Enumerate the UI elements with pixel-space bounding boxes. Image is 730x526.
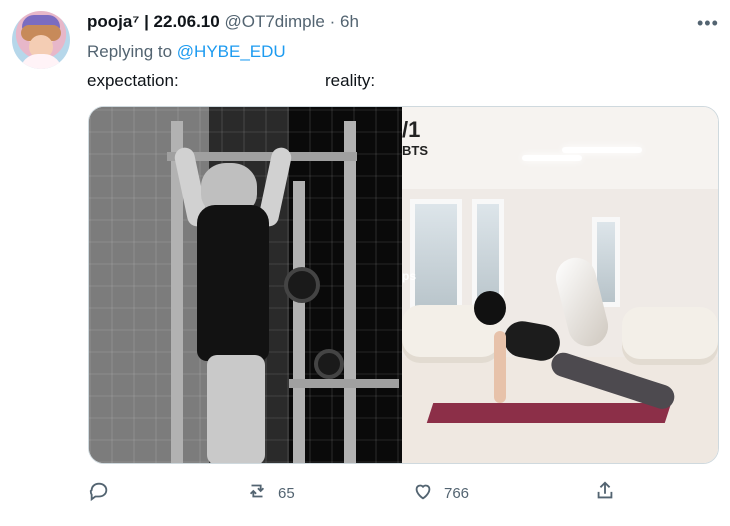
share-button[interactable] [594,480,616,506]
retweet-icon [246,480,268,506]
display-name[interactable]: pooja⁷ | 22.06.10 [87,12,220,31]
replying-to-link[interactable]: @HYBE_EDU [177,42,286,61]
media-image-expectation[interactable] [89,107,402,463]
avatar[interactable] [12,11,70,69]
more-options-icon[interactable]: ••• [697,13,719,34]
tweet-text-right: reality: [325,71,376,90]
overlay-brand: BTS [402,143,428,158]
tweet-text: expectation: reality: [87,71,375,91]
like-count: 766 [444,484,470,502]
overlay-channel-number: /1 [402,117,421,142]
share-icon [594,480,616,506]
timestamp[interactable]: · 6h [330,12,359,31]
replying-to-line: Replying to @HYBE_EDU [87,42,286,62]
overlay-watermark: ps [402,269,417,283]
tweet-actions: 65 766 [88,474,717,508]
tweet-header: pooja⁷ | 22.06.10 @OT7dimple · 6h [87,12,359,32]
retweet-button[interactable]: 65 [246,480,295,506]
tweet-text-left: expectation: [87,71,179,90]
retweet-count: 65 [278,484,295,502]
like-icon [412,480,434,506]
replying-prefix: Replying to [87,42,173,61]
like-button[interactable]: 766 [412,480,469,506]
media-image-reality[interactable]: /1 BTS ps [402,107,718,463]
reply-button[interactable] [88,480,110,506]
media-container[interactable]: /1 BTS ps [88,106,719,464]
reply-icon [88,480,110,506]
handle[interactable]: @OT7dimple [224,12,324,31]
